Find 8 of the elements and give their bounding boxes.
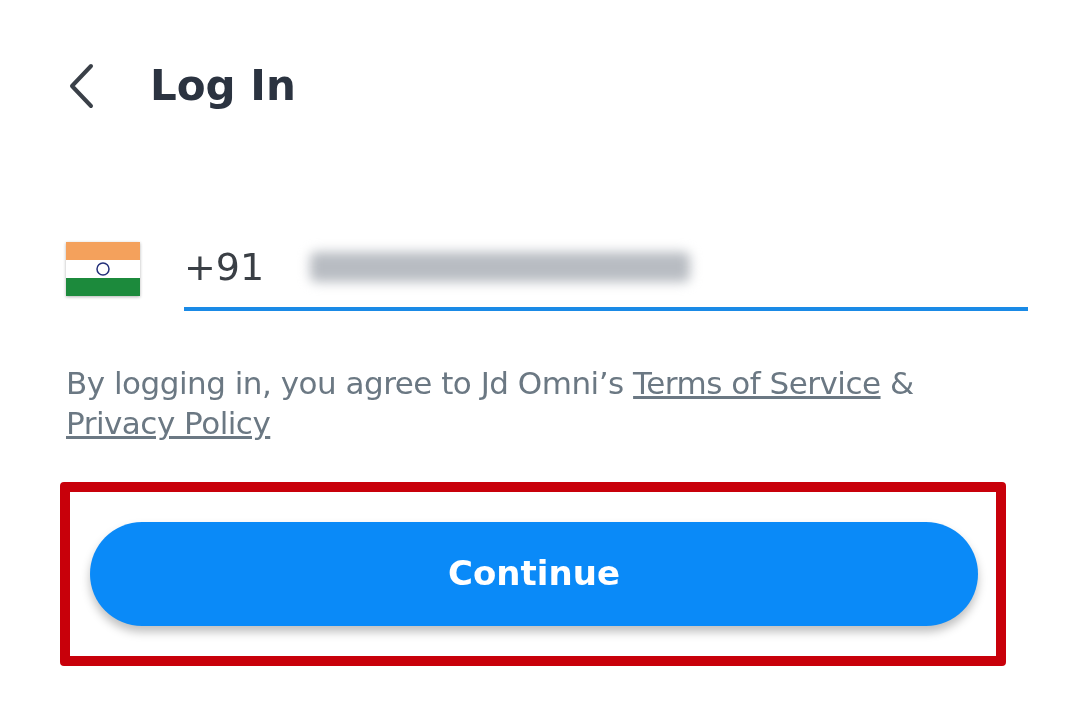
continue-button[interactable]: Continue (90, 521, 978, 626)
consent-text: By logging in, you agree to Jd Omni’s Terms of Service & Privacy Policy (66, 364, 915, 444)
country-code: +91 (184, 243, 265, 291)
policy-link[interactable]: Terms of Service (633, 365, 881, 401)
page-title: Log In (150, 60, 296, 112)
policy-link[interactable]: Privacy Policy (66, 405, 271, 442)
phone-input-field[interactable]: +91 (184, 227, 1028, 311)
flag-icon[interactable] (66, 242, 140, 296)
